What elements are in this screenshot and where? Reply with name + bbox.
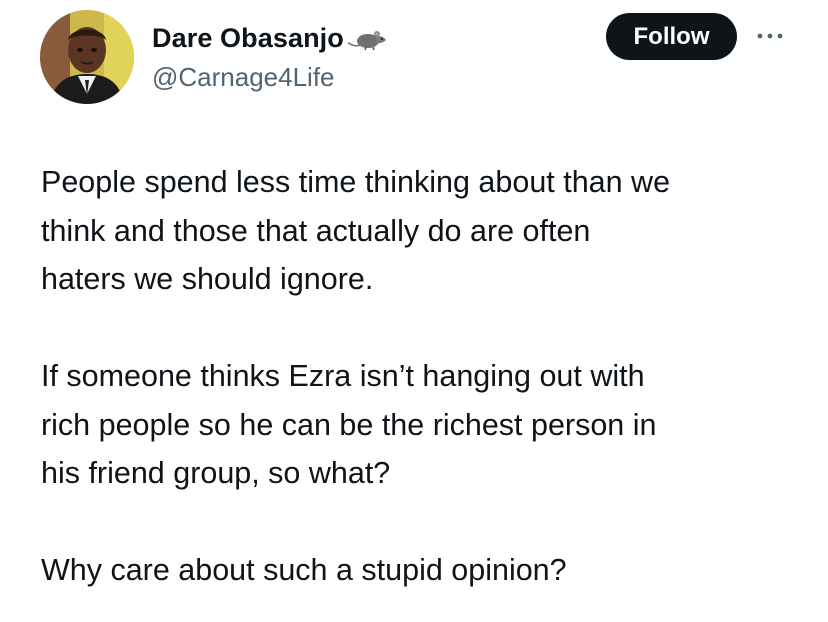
avatar-image — [40, 10, 134, 104]
author-name-row[interactable]: Dare Obasanjo — [152, 20, 388, 56]
tweet-paragraph: If someone thinks Ezra isn’t hanging out… — [41, 359, 657, 490]
more-dots-icon[interactable] — [754, 26, 786, 46]
tweet-paragraph: Why care about such a stupid opinion? — [41, 553, 567, 587]
tweet-paragraph: People spend less time thinking about th… — [41, 165, 671, 296]
follow-button[interactable]: Follow — [606, 13, 737, 60]
tweet-card: Dare Obasanjo @Carnage4Life Follow Peopl… — [0, 0, 828, 622]
author-avatar[interactable] — [40, 10, 134, 104]
author-handle[interactable]: @Carnage4Life — [152, 62, 335, 93]
tweet-text: People spend less time thinking about th… — [41, 158, 811, 595]
rat-icon — [346, 23, 388, 53]
author-display-name[interactable]: Dare Obasanjo — [152, 23, 344, 54]
